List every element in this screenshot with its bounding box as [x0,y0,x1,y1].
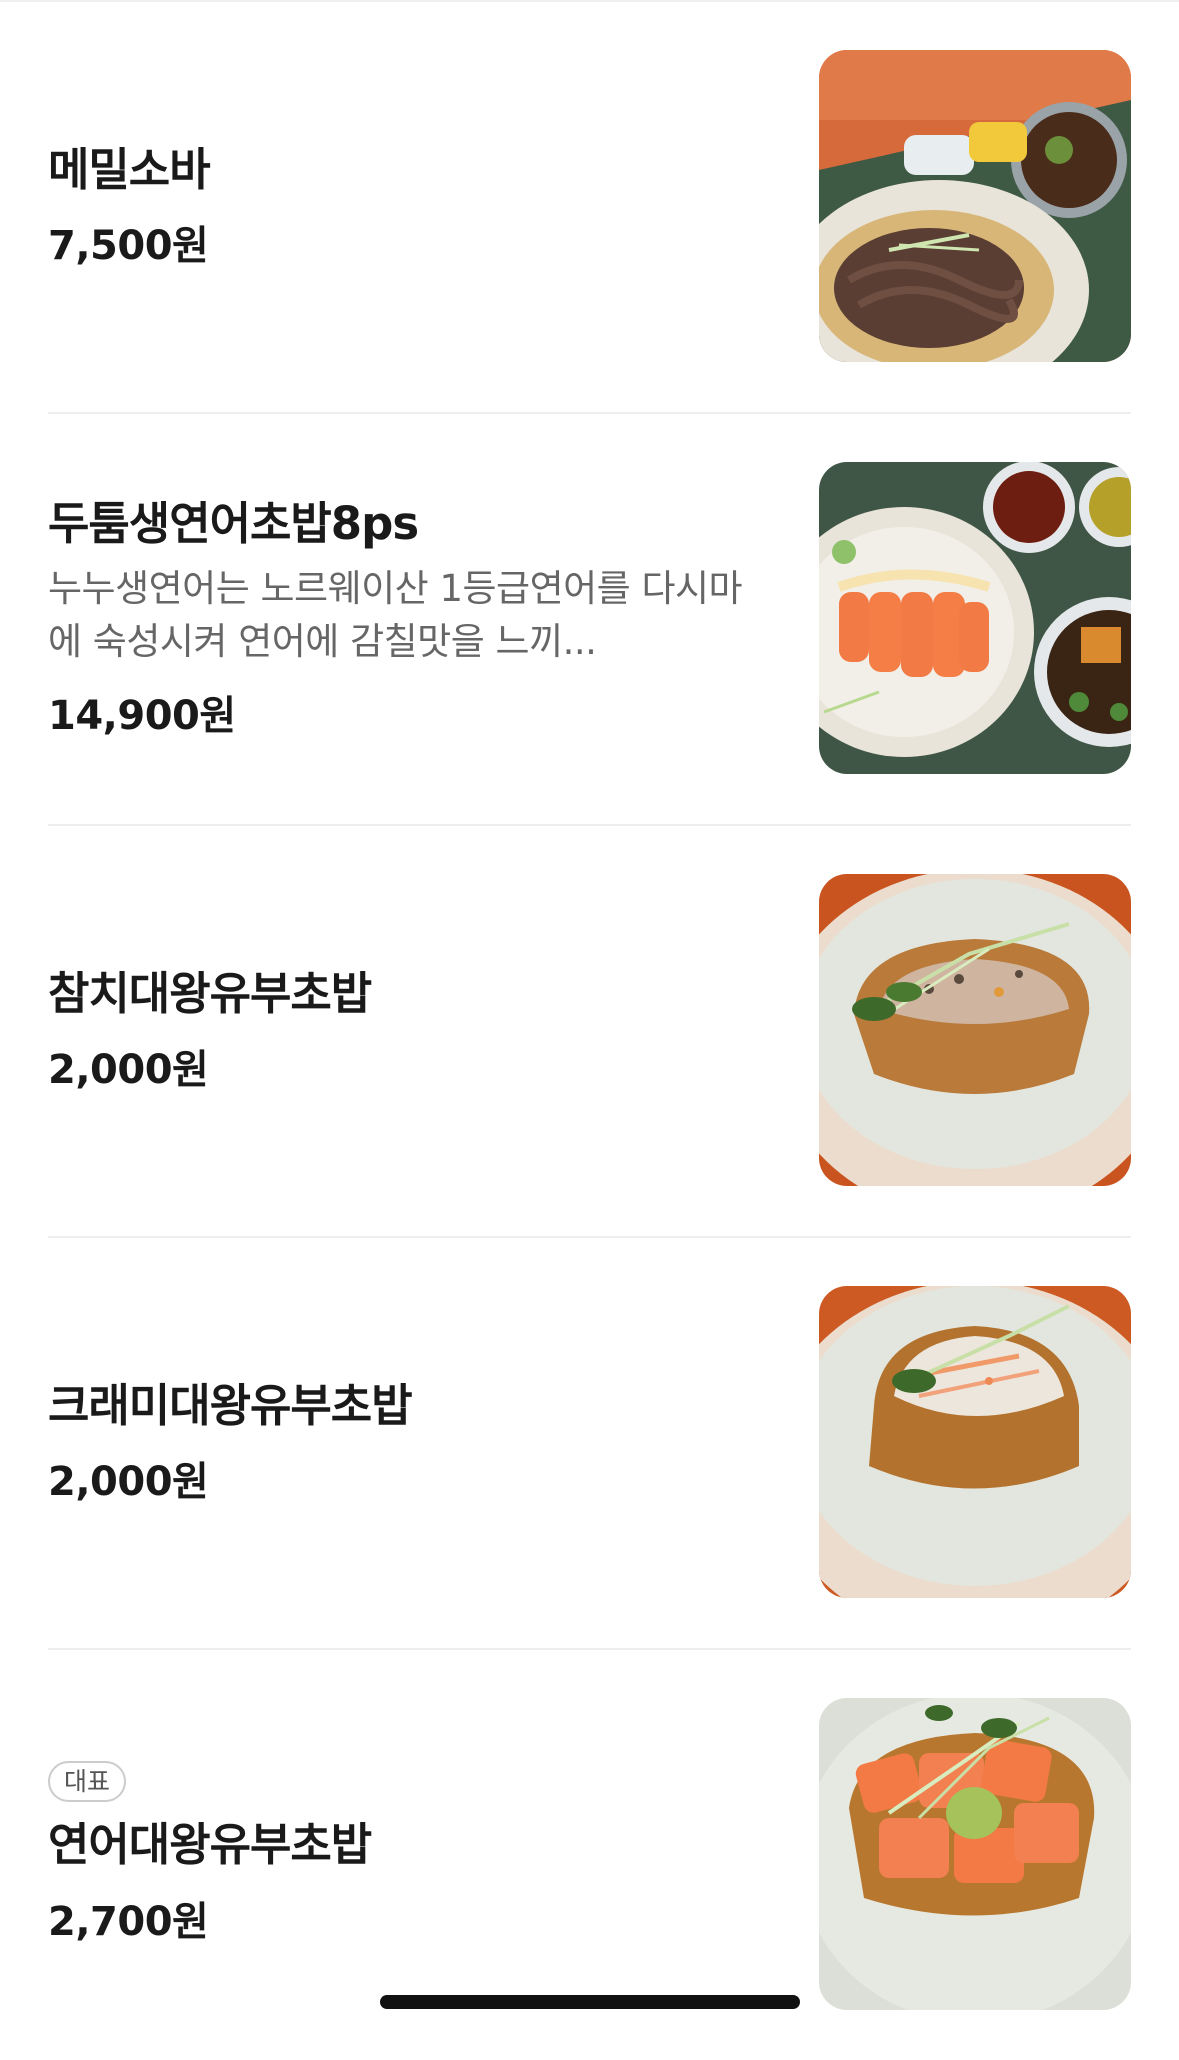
menu-item-salmon-sushi[interactable]: 두툼생연어초밥8ps 누누생연어는 노르웨이산 1등급연어를 다시마에 숙성시켜… [48,412,1131,826]
menu-item-name: 두툼생연어초밥8ps [48,497,419,551]
signature-badge: 대표 [48,1761,127,1803]
salmon-sushi-photo [819,462,1131,774]
menu-item-tuna-inari[interactable]: 참치대왕유부초밥 2,000원 [48,824,1131,1238]
menu-item-description: 누누생연어는 노르웨이산 1등급연어를 다시마에 숙성시켜 연어에 감칠맛을 느… [48,566,743,664]
home-indicator[interactable] [380,1995,800,2009]
menu-item-price: 2,700원 [48,1898,209,1945]
menu-item-name: 메밀소바 [48,142,211,196]
menu-item-name: 크래미대왕유부초밥 [48,1378,413,1432]
menu-item-crab-inari[interactable]: 크래미대왕유부초밥 2,000원 [48,1236,1131,1650]
menu-item-info: 크래미대왕유부초밥 2,000원 [48,1377,768,1508]
menu-item-price: 14,900원 [48,692,236,739]
menu-item-info: 참치대왕유부초밥 2,000원 [48,965,768,1096]
menu-item-info: 대표 연어대왕유부초밥 2,700원 [48,1761,768,1947]
menu-item-info: 메밀소바 7,500원 [48,141,768,272]
menu-item-name: 연어대왕유부초밥 [48,1818,372,1872]
menu-item-info: 두툼생연어초밥8ps 누누생연어는 노르웨이산 1등급연어를 다시마에 숙성시켜… [48,495,768,741]
menu-item-price: 2,000원 [48,1459,209,1506]
menu-item-price: 7,500원 [48,223,209,270]
soba-photo [819,50,1131,362]
salmon-inari-photo [819,1698,1131,2010]
menu-item-soba[interactable]: 메밀소바 7,500원 [48,0,1131,414]
crab-inari-photo [819,1286,1131,1598]
menu-item-price: 2,000원 [48,1047,209,1094]
menu-item-name: 참치대왕유부초밥 [48,966,372,1020]
tuna-inari-photo [819,874,1131,1186]
